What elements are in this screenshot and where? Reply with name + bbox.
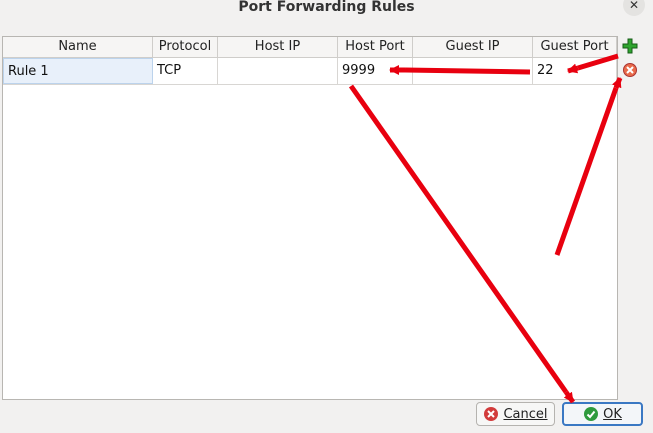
title-bar: Port Forwarding Rules ✕: [0, 0, 653, 30]
cell-guest-port[interactable]: 22: [533, 58, 617, 84]
column-header-name[interactable]: Name: [3, 37, 153, 57]
cell-host-ip[interactable]: [218, 58, 338, 84]
cell-host-port[interactable]: 9999: [338, 58, 413, 84]
add-rule-button[interactable]: [622, 38, 638, 54]
cancel-label: Cancel: [503, 406, 548, 422]
table-header: Name Protocol Host IP Host Port Guest IP…: [3, 37, 617, 58]
close-icon: ✕: [628, 0, 640, 12]
cell-protocol[interactable]: TCP: [153, 58, 218, 84]
rules-table: Name Protocol Host IP Host Port Guest IP…: [2, 36, 618, 400]
ok-button[interactable]: OK: [562, 402, 643, 426]
port-forwarding-dialog: Port Forwarding Rules ✕ Name Protocol Ho…: [0, 0, 653, 433]
dialog-title: Port Forwarding Rules: [238, 0, 415, 15]
column-header-guest-ip[interactable]: Guest IP: [413, 37, 533, 57]
cancel-button[interactable]: Cancel: [476, 402, 555, 426]
cell-name[interactable]: Rule 1: [3, 58, 153, 84]
cancel-icon: [484, 407, 499, 421]
cell-guest-ip[interactable]: [413, 58, 533, 84]
ok-label: OK: [603, 406, 622, 422]
column-header-host-port[interactable]: Host Port: [338, 37, 413, 57]
table-row[interactable]: Rule 1 TCP 9999 22: [3, 58, 617, 85]
remove-rule-button[interactable]: [622, 62, 638, 78]
column-header-host-ip[interactable]: Host IP: [218, 37, 338, 57]
add-rule-icon: [622, 38, 638, 54]
column-header-guest-port[interactable]: Guest Port: [533, 37, 617, 57]
check-icon: [584, 407, 599, 421]
remove-rule-icon: [623, 63, 637, 77]
column-header-protocol[interactable]: Protocol: [153, 37, 218, 57]
